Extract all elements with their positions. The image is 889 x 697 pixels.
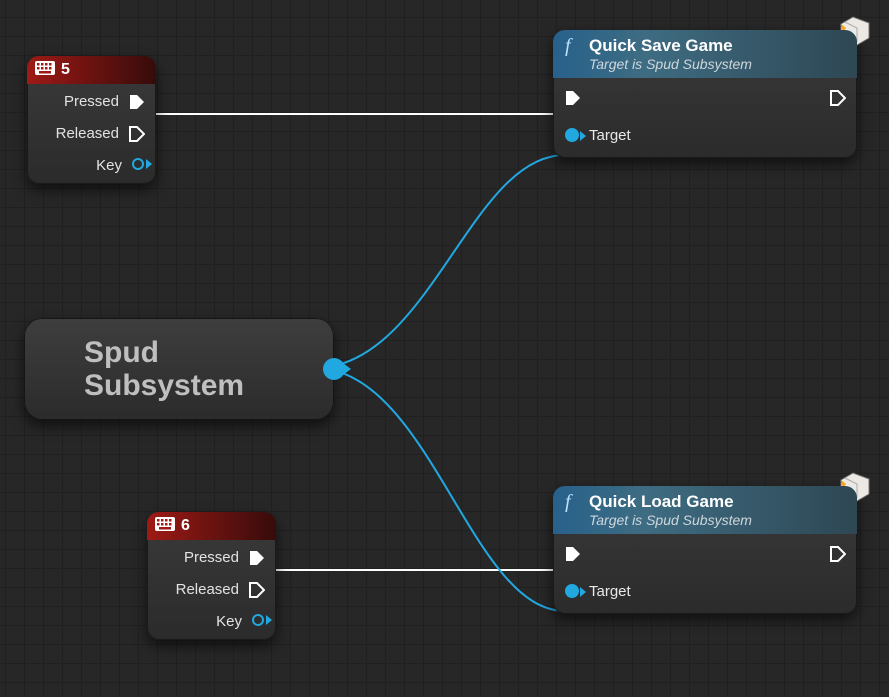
event-header[interactable]: 6 bbox=[147, 512, 276, 540]
pin-label-target: Target bbox=[589, 583, 631, 600]
exec-out-pin[interactable] bbox=[249, 550, 264, 565]
function-title: Quick Load Game bbox=[589, 492, 752, 512]
data-out-pin[interactable] bbox=[252, 613, 264, 630]
pin-label-target: Target bbox=[589, 127, 631, 144]
exec-in-pin[interactable] bbox=[565, 90, 580, 105]
event-key-6-node[interactable]: 6 Pressed Released Key bbox=[147, 512, 276, 640]
exec-in-pin[interactable] bbox=[565, 546, 580, 561]
quick-save-game-node[interactable]: f Quick Save Game Target is Spud Subsyst… bbox=[553, 30, 857, 158]
svg-text:f: f bbox=[565, 36, 573, 56]
pin-label-key: Key bbox=[216, 613, 242, 630]
target-in-pin[interactable] bbox=[565, 128, 579, 142]
pin-label-key: Key bbox=[96, 157, 122, 174]
exec-out-pin[interactable] bbox=[129, 94, 144, 109]
object-out-pin[interactable] bbox=[325, 360, 343, 378]
function-icon: f bbox=[563, 492, 581, 517]
quick-load-game-node[interactable]: f Quick Load Game Target is Spud Subsyst… bbox=[553, 486, 857, 614]
subsystem-node[interactable]: Spud Subsystem bbox=[24, 318, 334, 420]
exec-out-pin[interactable] bbox=[249, 582, 264, 597]
exec-out-pin[interactable] bbox=[830, 546, 845, 561]
event-header[interactable]: 5 bbox=[27, 56, 156, 84]
function-icon: f bbox=[563, 36, 581, 61]
pin-label-released: Released bbox=[176, 581, 239, 598]
exec-out-pin[interactable] bbox=[830, 90, 845, 105]
function-header[interactable]: f Quick Save Game Target is Spud Subsyst… bbox=[553, 30, 857, 78]
target-in-pin[interactable] bbox=[565, 584, 579, 598]
pin-label-released: Released bbox=[56, 125, 119, 142]
pin-label-pressed: Pressed bbox=[184, 549, 239, 566]
exec-out-pin[interactable] bbox=[129, 126, 144, 141]
svg-text:f: f bbox=[565, 492, 573, 512]
event-title: 5 bbox=[61, 61, 70, 79]
keyboard-icon bbox=[35, 61, 55, 80]
data-out-pin[interactable] bbox=[132, 157, 144, 174]
keyboard-icon bbox=[155, 517, 175, 536]
function-title: Quick Save Game bbox=[589, 36, 752, 56]
event-title: 6 bbox=[181, 517, 190, 535]
pin-label-pressed: Pressed bbox=[64, 93, 119, 110]
function-subtitle: Target is Spud Subsystem bbox=[589, 56, 752, 72]
function-subtitle: Target is Spud Subsystem bbox=[589, 512, 752, 528]
function-header[interactable]: f Quick Load Game Target is Spud Subsyst… bbox=[553, 486, 857, 534]
subsystem-title: Spud Subsystem bbox=[84, 336, 312, 402]
event-key-5-node[interactable]: 5 Pressed Released Key bbox=[27, 56, 156, 184]
